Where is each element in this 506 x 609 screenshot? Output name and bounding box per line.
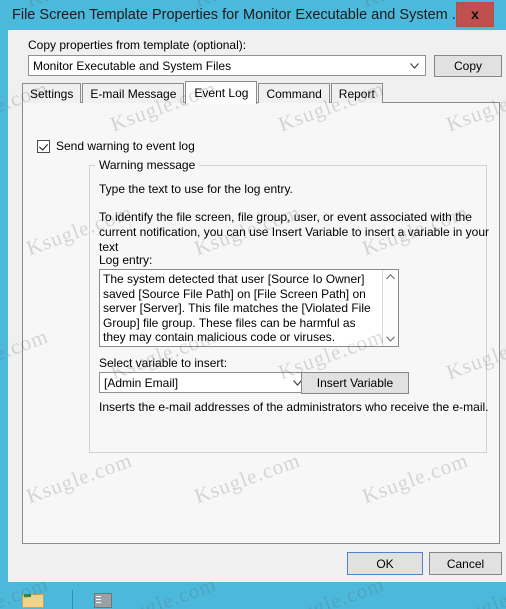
page-title: File Screen Template Properties for Moni…: [12, 7, 456, 23]
tab-report[interactable]: Report: [330, 83, 383, 103]
tab-settings[interactable]: Settings: [22, 83, 82, 103]
chevron-down-icon[interactable]: [406, 56, 422, 75]
insert-variable-button[interactable]: Insert Variable: [301, 372, 409, 394]
ok-button[interactable]: OK: [347, 552, 423, 575]
select-variable-value: [Admin Email]: [104, 375, 179, 390]
event-log-tab-panel: Send warning to event log Warning messag…: [22, 102, 500, 544]
taskbar-divider: [72, 590, 73, 609]
warning-message-groupbox-title: Warning message: [95, 158, 200, 172]
send-warning-checkbox[interactable]: [37, 139, 50, 153]
tab-event-log[interactable]: Event Log: [185, 81, 258, 104]
log-entry-label: Log entry:: [99, 253, 153, 267]
taskbar-item-server-manager[interactable]: [92, 592, 114, 609]
copy-from-template-value: Monitor Executable and System Files: [33, 58, 232, 73]
log-entry-scrollbar[interactable]: [382, 270, 398, 346]
server-icon: [94, 593, 112, 608]
identify-text-instruction: To identify the file screen, file group,…: [99, 210, 489, 254]
copy-button[interactable]: Copy: [434, 55, 502, 77]
taskbar[interactable]: [0, 590, 506, 609]
type-text-instruction: Type the text to use for the log entry.: [99, 182, 293, 196]
scrollbar-track[interactable]: [383, 284, 398, 332]
file-screen-template-properties-dialog: Copy properties from template (optional)…: [0, 0, 506, 590]
tab-email-message[interactable]: E-mail Message: [82, 83, 185, 103]
send-warning-label: Send warning to event log: [56, 139, 195, 153]
log-entry-value[interactable]: The system detected that user [Source Io…: [100, 270, 382, 346]
send-warning-to-event-log-checkbox-row[interactable]: Send warning to event log: [37, 139, 195, 153]
cancel-button[interactable]: Cancel: [429, 552, 502, 575]
scroll-down-icon[interactable]: [383, 332, 398, 346]
dialog-title-bar[interactable]: File Screen Template Properties for Moni…: [0, 0, 506, 30]
select-variable-combobox[interactable]: [Admin Email]: [99, 372, 309, 393]
copy-from-template-combobox[interactable]: Monitor Executable and System Files: [28, 55, 426, 76]
log-entry-textarea[interactable]: The system detected that user [Source Io…: [99, 269, 399, 347]
copy-from-template-label: Copy properties from template (optional)…: [28, 38, 247, 52]
tab-command[interactable]: Command: [258, 83, 330, 103]
select-variable-label: Select variable to insert:: [99, 356, 228, 370]
folder-icon: [22, 594, 44, 608]
scroll-up-icon[interactable]: [383, 270, 398, 284]
variable-description-text: Inserts the e-mail addresses of the admi…: [99, 400, 489, 414]
tab-strip: Settings E-mail Message Event Log Comman…: [22, 81, 384, 104]
taskbar-item-file-explorer[interactable]: [22, 592, 44, 609]
dialog-client-area: Copy properties from template (optional)…: [16, 30, 506, 582]
close-icon[interactable]: x: [456, 1, 494, 27]
